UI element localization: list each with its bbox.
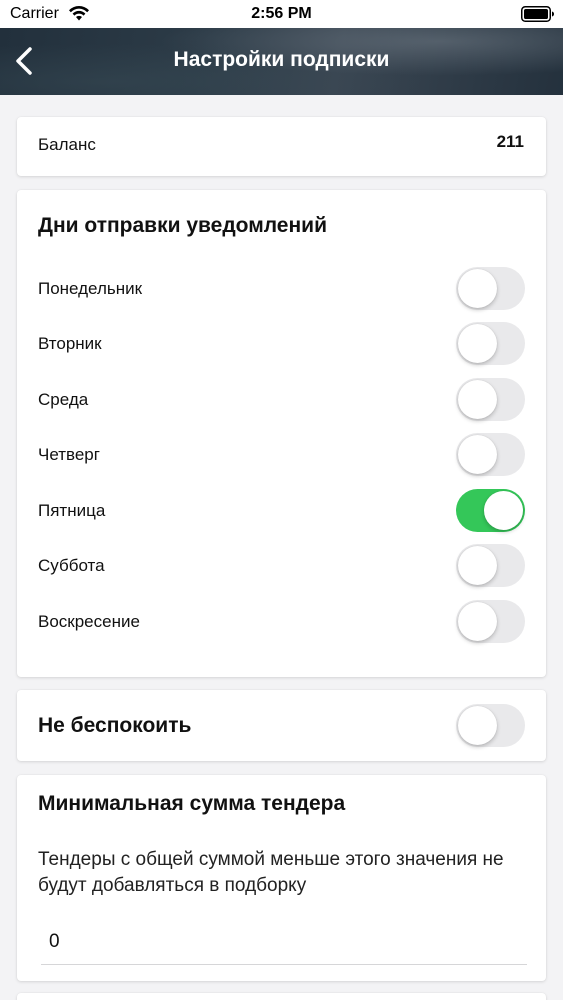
friday-toggle[interactable]: [456, 489, 525, 532]
status-time: 2:56 PM: [251, 5, 312, 22]
day-row-monday: Понедельник: [17, 267, 546, 311]
day-label: Вторник: [38, 334, 102, 353]
do-not-disturb-label: Не беспокоить: [38, 714, 192, 737]
battery-icon: [521, 6, 554, 22]
toggle-knob: [458, 324, 497, 363]
toggle-knob: [458, 546, 497, 585]
monday-toggle[interactable]: [456, 267, 525, 310]
toggle-knob: [458, 602, 497, 641]
min-sum-description: Тендеры с общей суммой меньше этого знач…: [38, 849, 504, 896]
day-label: Понедельник: [38, 279, 143, 298]
day-label: Воскресение: [38, 612, 140, 631]
day-row-thursday: Четверг: [17, 433, 546, 477]
min-sum-input[interactable]: [41, 920, 527, 964]
page-title: Настройки подписки: [173, 48, 390, 71]
day-row-friday: Пятница: [17, 489, 546, 533]
toggle-knob: [458, 435, 497, 474]
balance-value: 211: [496, 132, 524, 151]
notification-days-title: Дни отправки уведомлений: [38, 214, 327, 237]
toggle-knob: [458, 706, 497, 745]
status-bar: Carrier 2:56 PM: [0, 0, 563, 28]
input-underline: [41, 964, 527, 965]
next-card: [17, 993, 546, 1000]
min-sum-card: Минимальная сумма тендера Тендеры с обще…: [17, 775, 546, 981]
day-label: Среда: [38, 390, 89, 409]
min-sum-title: Минимальная сумма тендера: [38, 792, 346, 815]
thursday-toggle[interactable]: [456, 433, 525, 476]
sunday-toggle[interactable]: [456, 600, 525, 643]
day-row-wednesday: Среда: [17, 378, 546, 422]
do-not-disturb-card: Не беспокоить: [17, 690, 546, 761]
balance-label: Баланс: [38, 135, 96, 154]
day-row-tuesday: Вторник: [17, 322, 546, 366]
toggle-knob: [458, 269, 497, 308]
wednesday-toggle[interactable]: [456, 378, 525, 421]
tuesday-toggle[interactable]: [456, 322, 525, 365]
day-label: Пятница: [38, 501, 106, 520]
day-label: Четверг: [38, 445, 100, 464]
day-row-saturday: Суббота: [17, 544, 546, 588]
day-label: Суббота: [38, 556, 105, 575]
notification-days-card: Дни отправки уведомлений Понедельник Вто…: [17, 190, 546, 677]
toggle-knob: [484, 491, 523, 530]
balance-card: Баланс 211: [17, 117, 546, 176]
navigation-bar: Настройки подписки: [0, 28, 563, 95]
saturday-toggle[interactable]: [456, 544, 525, 587]
day-row-sunday: Воскресение: [17, 600, 546, 644]
toggle-knob: [458, 380, 497, 419]
do-not-disturb-toggle[interactable]: [456, 704, 525, 747]
